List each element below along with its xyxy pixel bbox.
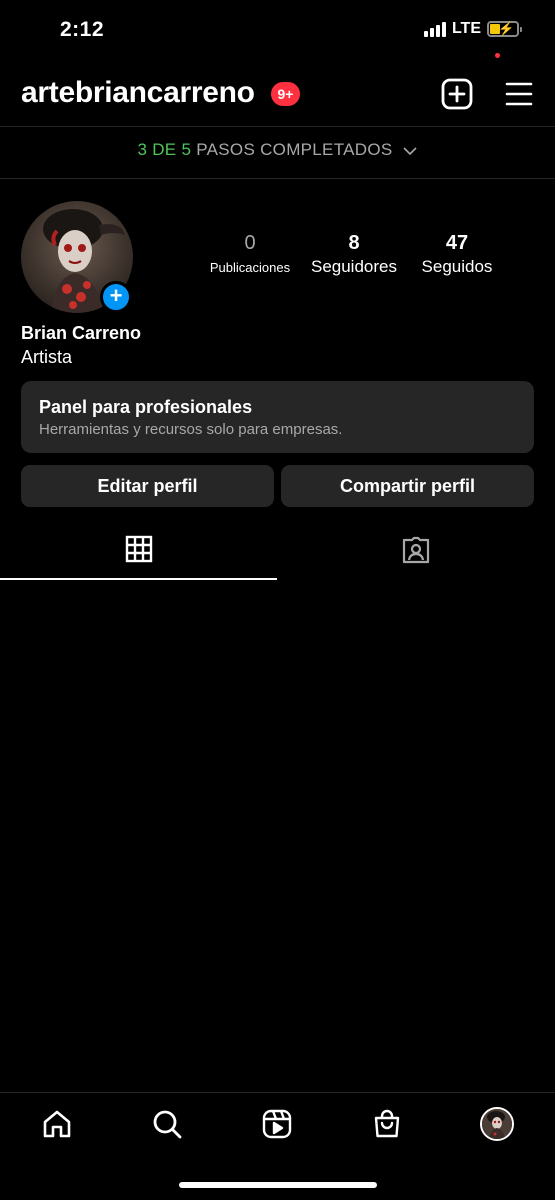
steps-completed: 3 DE 5 xyxy=(137,140,192,159)
following-count: 47 xyxy=(445,232,469,254)
nav-home[interactable] xyxy=(39,1106,75,1142)
nav-reels[interactable] xyxy=(259,1106,295,1142)
reels-icon xyxy=(262,1109,292,1139)
followers-label: Seguidores xyxy=(310,257,397,276)
active-tab-indicator xyxy=(0,578,277,580)
following-label: Seguidos xyxy=(421,257,493,276)
followers-count: 8 xyxy=(348,232,360,254)
hamburger-menu-icon[interactable] xyxy=(504,78,536,110)
notification-dot xyxy=(495,53,500,58)
battery-icon: ⚡ xyxy=(487,21,522,37)
grid-icon xyxy=(125,535,152,563)
header-divider xyxy=(0,126,555,127)
plus-square-icon[interactable] xyxy=(441,78,473,110)
nav-search[interactable] xyxy=(149,1106,185,1142)
steps-label: PASOS COMPLETADOS xyxy=(196,140,393,159)
panel-subtitle: Herramientas y recursos solo para empres… xyxy=(39,421,343,438)
shop-icon xyxy=(374,1109,400,1138)
profile-avatar-small xyxy=(480,1107,514,1141)
posts-label: Publicaciones xyxy=(209,260,291,275)
followers-stat[interactable]: 8 Seguidores xyxy=(305,232,403,277)
posts-stat: 0 Publicaciones xyxy=(202,232,298,275)
share-profile-button[interactable]: Compartir perfil xyxy=(281,465,534,507)
edit-profile-button[interactable]: Editar perfil xyxy=(21,465,274,507)
panel-title: Panel para profesionales xyxy=(39,397,253,417)
steps-banner[interactable]: 3 DE 5 PASOS COMPLETADOS xyxy=(0,140,555,160)
profile-header: artebriancarreno 9+ xyxy=(0,70,555,120)
home-indicator xyxy=(179,1182,377,1188)
username[interactable]: artebriancarreno xyxy=(21,76,255,110)
add-story-button[interactable]: + xyxy=(100,281,132,313)
status-indicators: LTE ⚡ xyxy=(423,20,522,38)
display-name: Brian Carreno xyxy=(21,323,142,343)
signal-icon xyxy=(423,21,446,37)
steps-divider xyxy=(0,178,555,179)
chevron-down-icon xyxy=(402,146,417,155)
tagged-person-icon xyxy=(402,536,429,564)
tab-posts-grid[interactable] xyxy=(0,535,277,579)
following-stat[interactable]: 47 Seguidos xyxy=(414,232,500,277)
status-bar: 2:12 LTE ⚡ xyxy=(0,0,555,64)
network-label: LTE xyxy=(451,20,481,37)
posts-count: 0 xyxy=(244,232,256,254)
status-time: 2:12 xyxy=(60,18,105,41)
tab-tagged[interactable] xyxy=(277,535,554,579)
home-icon xyxy=(43,1110,71,1138)
notification-badge[interactable]: 9+ xyxy=(271,82,300,106)
professional-dashboard[interactable]: Panel para profesionales Herramientas y … xyxy=(21,381,534,453)
nav-profile[interactable] xyxy=(479,1106,515,1142)
profile-category: Artista xyxy=(21,347,73,367)
nav-shop[interactable] xyxy=(369,1106,405,1142)
search-icon xyxy=(153,1110,182,1139)
